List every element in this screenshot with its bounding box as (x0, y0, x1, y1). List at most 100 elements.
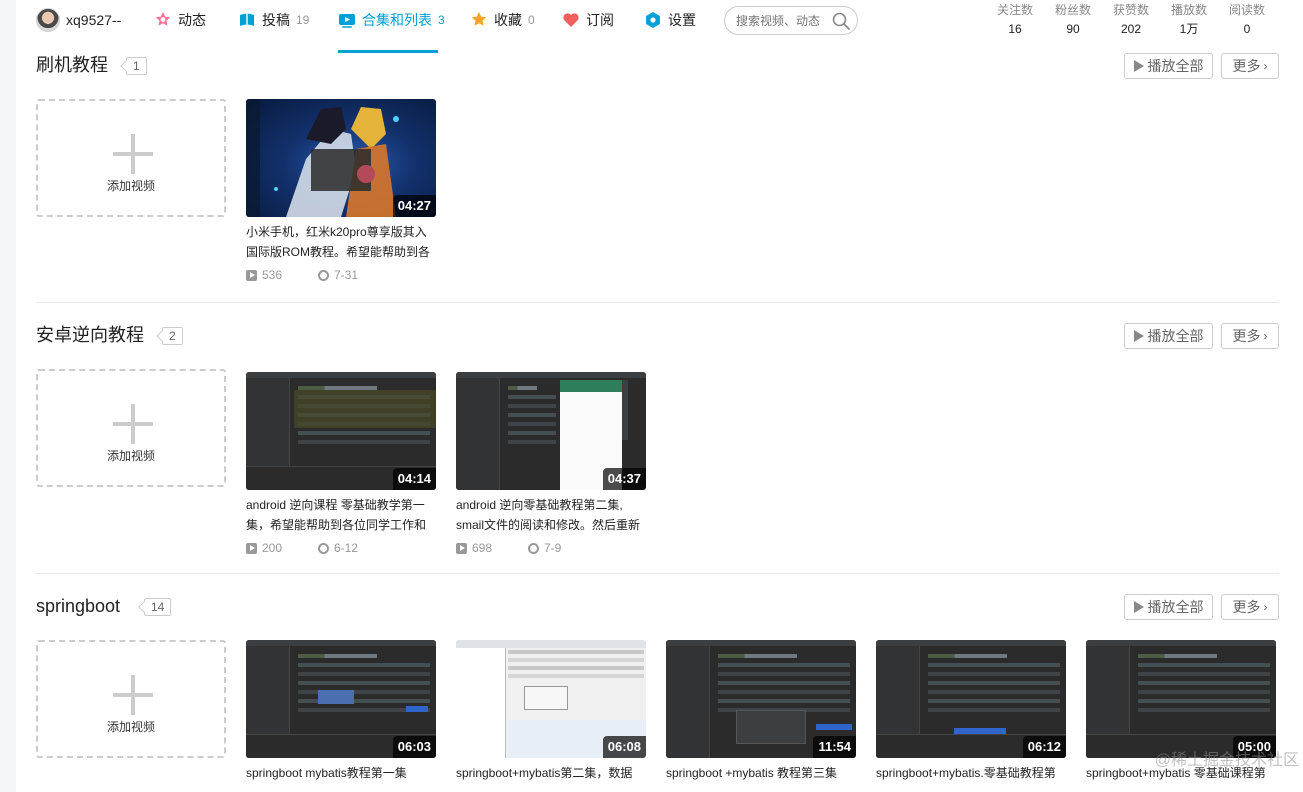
window-tree (456, 648, 506, 758)
play-count-value: 200 (262, 541, 283, 555)
nav-item-upload[interactable]: 投稿 19 (238, 8, 309, 32)
play-count-icon (246, 542, 257, 554)
add-video-button[interactable]: 添加视频 (36, 369, 226, 487)
video-card[interactable]: 06:03 springboot mybatis教程第一集 (246, 640, 436, 792)
section-title[interactable]: 安卓逆向教程 (36, 323, 144, 347)
site-watermark: @稀土掘金技术社区 (1154, 752, 1299, 769)
section-count-badge: 2 (162, 327, 183, 345)
stat-value: 1万 (1179, 22, 1199, 36)
nav-label: 订阅 (586, 12, 614, 28)
avatar[interactable] (36, 8, 60, 32)
ide-sidebar (666, 646, 710, 758)
collection-icon (338, 11, 356, 29)
more-button[interactable]: 更多 › (1221, 53, 1279, 79)
stat-value: 16 (1008, 22, 1022, 36)
add-video-label: 添加视频 (106, 449, 155, 463)
video-thumbnail[interactable]: 06:03 (246, 640, 436, 758)
play-count: 536 (246, 268, 282, 282)
video-card[interactable]: 04:37 android 逆向零基础教程第二集, smail文件的阅读和修改。… (456, 372, 646, 557)
nav-label: 投稿 (262, 12, 290, 28)
section-count-badge: 14 (144, 598, 172, 616)
video-title[interactable]: springboot +mybatis 教程第三集 (666, 763, 856, 792)
video-card[interactable]: 06:08 springboot+mybatis第二集，数据 (456, 640, 646, 792)
section-divider (36, 573, 1279, 574)
username[interactable]: xq9527-- (66, 12, 121, 28)
video-title[interactable]: springboot mybatis教程第一集 (246, 763, 436, 792)
user-profile[interactable]: xq9527-- (36, 8, 121, 32)
play-all-button[interactable]: 播放全部 (1124, 594, 1213, 620)
nav-item-settings[interactable]: 设置 (644, 8, 696, 32)
video-title[interactable]: springboot+mybatis.零基础教程第 (876, 763, 1066, 792)
nav-item-collections[interactable]: 合集和列表 3 (338, 8, 445, 32)
chevron-right-icon: › (1263, 600, 1268, 614)
stat-reads: 阅读数 0 (1218, 2, 1276, 40)
stat-label: 粉丝数 (1054, 3, 1091, 17)
nav-item-dynamic[interactable]: 动态 (154, 8, 206, 32)
stat-value: 0 (1243, 22, 1251, 36)
plus-icon-stroke (131, 675, 135, 715)
stat-plays: 播放数 1万 (1160, 2, 1218, 40)
search-icon[interactable] (831, 11, 851, 36)
video-thumbnail[interactable]: 04:27 (246, 99, 436, 217)
dialog-box (524, 686, 568, 710)
ide-code (928, 654, 1060, 658)
window-text (508, 650, 644, 654)
nav-item-subscribe[interactable]: 订阅 (562, 8, 614, 32)
video-title[interactable]: springboot+mybatis第二集，数据 (456, 763, 646, 792)
video-card[interactable]: 06:12 springboot+mybatis.零基础教程第 (876, 640, 1066, 792)
stat-following[interactable]: 关注数 16 (986, 2, 1044, 40)
play-all-button[interactable]: 播放全部 (1124, 323, 1213, 349)
space-page: xq9527-- 动态 投稿 19 合集和列表 3 收藏 0 订阅 设置 搜索视… (16, 0, 1303, 792)
video-card[interactable]: 11:54 springboot +mybatis 教程第三集 (666, 640, 856, 792)
video-card[interactable]: 04:14 android 逆向课程 零基础教学第一集，希望能帮助到各位同学工作… (246, 372, 436, 557)
video-duration: 06:08 (602, 736, 646, 758)
video-title[interactable]: 小米手机，红米k20pro尊享版其入国际版ROM教程。希望能帮助到各 (246, 222, 436, 262)
video-thumbnail[interactable]: 05:00 (1086, 640, 1276, 758)
play-count-icon (246, 269, 257, 281)
upload-date-value: 7-9 (544, 541, 562, 555)
ide-popup (736, 710, 806, 744)
search-input[interactable] (736, 13, 831, 28)
settings-icon (644, 11, 662, 29)
play-count-value: 698 (472, 541, 493, 555)
stat-followers[interactable]: 粉丝数 90 (1044, 2, 1102, 40)
video-thumbnail[interactable]: 06:08 (456, 640, 646, 758)
video-meta: 200 6-12 (246, 541, 436, 557)
video-thumbnail[interactable]: 04:14 (246, 372, 436, 490)
play-all-button[interactable]: 播放全部 (1124, 53, 1213, 79)
plus-icon-stroke (131, 404, 135, 444)
add-video-button[interactable]: 添加视频 (36, 640, 226, 758)
video-card[interactable]: 04:27 小米手机，红米k20pro尊享版其入国际版ROM教程。希望能帮助到各… (246, 99, 436, 284)
stat-value: 202 (1120, 22, 1142, 36)
ide-notification (816, 724, 852, 730)
search-box[interactable] (724, 6, 858, 35)
plus-icon-stroke (131, 134, 135, 174)
video-thumbnail[interactable]: 06:12 (876, 640, 1066, 758)
video-duration: 06:03 (392, 736, 436, 758)
more-label: 更多 (1232, 328, 1261, 344)
nav-item-favorites[interactable]: 收藏 0 (470, 8, 535, 32)
section-title[interactable]: 刷机教程 (36, 53, 108, 77)
nav-count: 0 (528, 13, 535, 27)
nav-count: 3 (438, 13, 445, 27)
dynamic-icon (154, 11, 172, 29)
video-title[interactable]: android 逆向零基础教程第二集, smail文件的阅读和修改。然后重新 (456, 495, 646, 535)
video-title[interactable]: android 逆向课程 零基础教学第一集，希望能帮助到各位同学工作和 (246, 495, 436, 535)
section-title[interactable]: springboot (36, 594, 120, 618)
video-thumbnail[interactable]: 04:37 (456, 372, 646, 490)
stat-likes: 获赞数 202 (1102, 2, 1160, 40)
add-video-button[interactable]: 添加视频 (36, 99, 226, 217)
nav-label: 收藏 (494, 12, 522, 28)
collection-section: 安卓逆向教程 2 播放全部 更多 › 添加视频 04:14 android 逆向… (36, 323, 1279, 563)
video-duration: 04:14 (392, 468, 436, 490)
upload-date: 7-31 (318, 268, 358, 282)
emulator-controls (622, 380, 628, 440)
video-thumbnail[interactable]: 11:54 (666, 640, 856, 758)
play-icon (1133, 330, 1144, 342)
ide-code (1138, 654, 1270, 658)
more-button[interactable]: 更多 › (1221, 594, 1279, 620)
more-button[interactable]: 更多 › (1221, 323, 1279, 349)
ide-code (508, 386, 556, 390)
stat-label: 阅读数 (1228, 3, 1265, 17)
stat-label: 获赞数 (1112, 3, 1149, 17)
